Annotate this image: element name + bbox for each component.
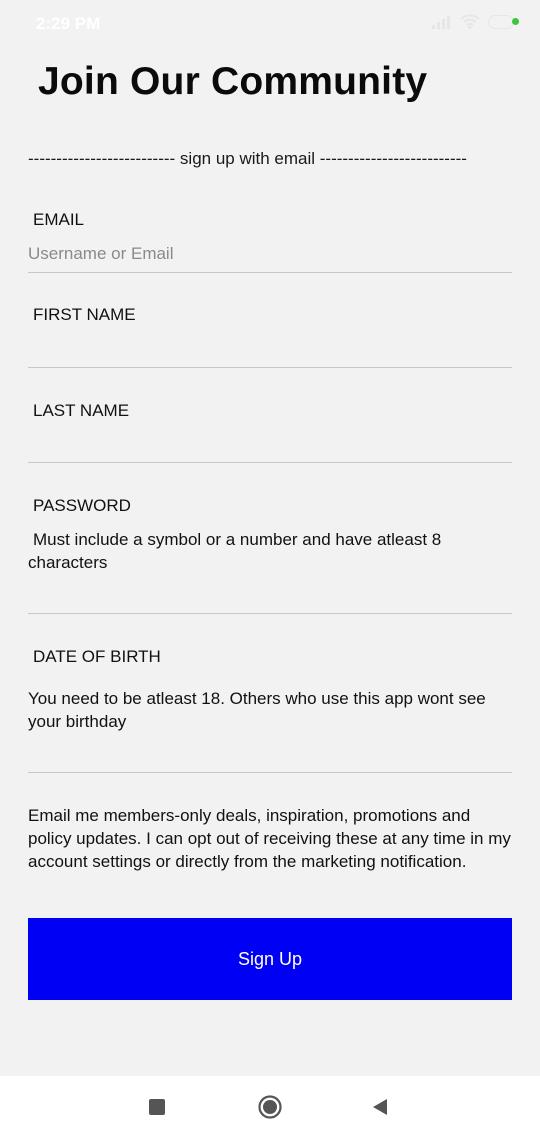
last-name-underline bbox=[28, 462, 512, 463]
sign-up-button[interactable]: Sign Up bbox=[28, 918, 512, 1000]
first-name-label: FIRST NAME bbox=[33, 305, 136, 324]
email-underline bbox=[28, 272, 512, 273]
recents-square-icon[interactable] bbox=[149, 1099, 165, 1115]
date-of-birth-underline bbox=[28, 772, 512, 773]
signup-divider-label: -------------------------- sign up with … bbox=[28, 149, 467, 168]
back-triangle-icon[interactable] bbox=[371, 1098, 389, 1116]
date-of-birth-label: DATE OF BIRTH bbox=[33, 647, 161, 666]
first-name-underline bbox=[28, 367, 512, 368]
date-of-birth-hint: You need to be atleast 18. Others who us… bbox=[28, 689, 486, 731]
wifi-icon bbox=[460, 14, 480, 29]
password-input[interactable] bbox=[28, 580, 512, 610]
email-input[interactable] bbox=[28, 239, 512, 269]
status-bar: 2:29 PM bbox=[0, 0, 540, 48]
battery-icon bbox=[488, 14, 519, 29]
first-name-input[interactable] bbox=[28, 334, 512, 364]
status-icons bbox=[432, 14, 519, 29]
last-name-label: LAST NAME bbox=[33, 401, 130, 420]
system-nav-bar bbox=[0, 1076, 540, 1140]
status-time: 2:29 PM bbox=[36, 14, 101, 33]
last-name-input[interactable] bbox=[28, 430, 512, 460]
email-label: EMAIL bbox=[33, 210, 85, 229]
home-circle-icon[interactable] bbox=[258, 1095, 282, 1119]
marketing-consent-text: Email me members-only deals, inspiration… bbox=[28, 806, 511, 871]
password-underline bbox=[28, 613, 512, 614]
password-hint: Must include a symbol or a number and ha… bbox=[28, 530, 442, 572]
page-title: Join Our Community bbox=[38, 60, 428, 103]
password-label: PASSWORD bbox=[33, 496, 131, 515]
battery-charge-indicator bbox=[512, 17, 519, 25]
signal-icon bbox=[432, 15, 452, 29]
date-of-birth-input[interactable] bbox=[28, 739, 512, 769]
